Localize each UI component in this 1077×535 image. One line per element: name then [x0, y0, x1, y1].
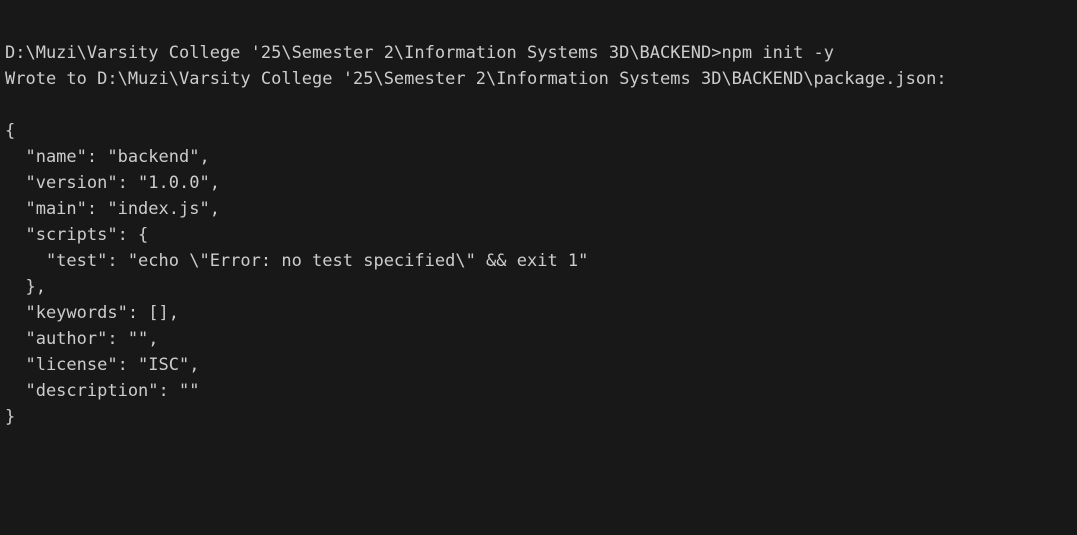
json-keywords-line: "keywords": [], — [5, 303, 179, 323]
json-name-line: "name": "backend", — [5, 147, 210, 167]
json-scripts-close: }, — [5, 277, 46, 297]
output-wrote-line: Wrote to D:\Muzi\Varsity College '25\Sem… — [5, 69, 947, 89]
json-author-line: "author": "", — [5, 329, 159, 349]
command-prompt-line: D:\Muzi\Varsity College '25\Semester 2\I… — [5, 43, 835, 63]
json-license-line: "license": "ISC", — [5, 355, 200, 375]
json-open-brace: { — [5, 121, 16, 141]
terminal-window[interactable]: D:\Muzi\Varsity College '25\Semester 2\I… — [0, 0, 1077, 535]
json-close-brace: } — [5, 407, 16, 427]
json-version-line: "version": "1.0.0", — [5, 173, 220, 193]
json-scripts-line: "scripts": { — [5, 225, 149, 245]
json-test-line: "test": "echo \"Error: no test specified… — [5, 251, 589, 271]
json-main-line: "main": "index.js", — [5, 199, 220, 219]
json-description-line: "description": "" — [5, 381, 200, 401]
